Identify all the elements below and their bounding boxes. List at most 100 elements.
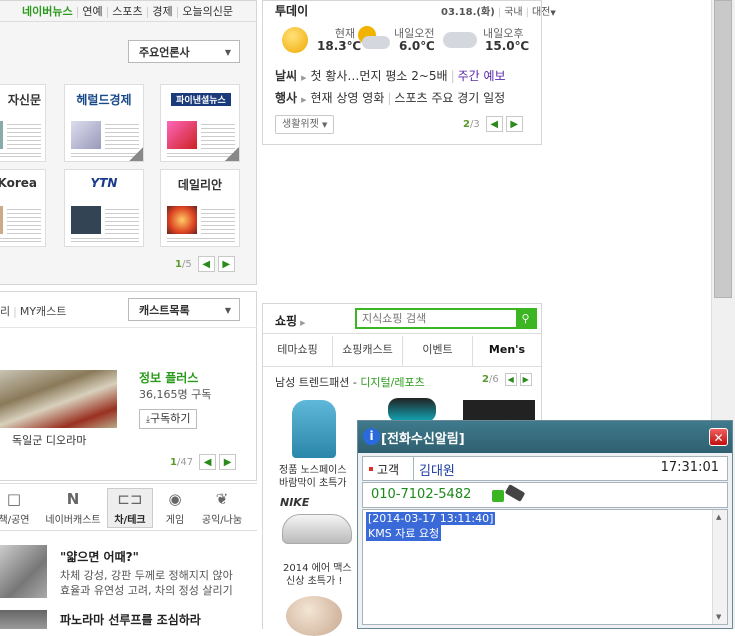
product-image-shoe[interactable] bbox=[282, 514, 352, 544]
article-title-2[interactable]: 파노라마 선루프를 조심하라 bbox=[60, 611, 201, 628]
next-page-button[interactable]: ▶ bbox=[217, 256, 235, 272]
tab-naver-news[interactable]: 네이버뉴스 bbox=[22, 5, 73, 18]
scroll-up-icon[interactable]: ▲ bbox=[716, 513, 721, 521]
paper-photo bbox=[0, 206, 3, 234]
weather-am-temp: 6.0℃ bbox=[399, 39, 435, 53]
prev-page-button[interactable]: ◀ bbox=[504, 373, 517, 386]
city-text[interactable]: 대전 bbox=[532, 7, 550, 18]
paper-thumb[interactable]: et Korea bbox=[0, 169, 46, 247]
category-label: 차/테크 bbox=[114, 515, 146, 526]
sports-schedule-link[interactable]: 스포츠 주요 경기 일정 bbox=[394, 91, 505, 105]
partly-cloudy-icon bbox=[356, 26, 392, 52]
movies-link[interactable]: 현재 상영 영화 bbox=[310, 91, 384, 105]
news-source-select[interactable]: 주요언론사 ▼ bbox=[128, 40, 240, 63]
today-pager: 2/3 ◀ ▶ bbox=[463, 116, 523, 132]
divider bbox=[0, 21, 257, 22]
product-image-jacket[interactable] bbox=[278, 398, 352, 460]
next-page-button[interactable]: ▶ bbox=[219, 454, 237, 470]
category-books[interactable]: □ 책/공연 bbox=[0, 490, 38, 526]
paper-name: 자신문 bbox=[7, 93, 41, 107]
tab-theme-shopping[interactable]: 테마쇼핑 bbox=[263, 336, 333, 366]
paper-photo bbox=[71, 206, 101, 234]
car-icon: ⊏⊐ bbox=[117, 490, 143, 508]
popup-titlebar[interactable]: i [전화수신알림] ✕ bbox=[358, 421, 732, 453]
tab-mens[interactable]: Men's bbox=[473, 336, 541, 366]
scroll-down-icon[interactable]: ▼ bbox=[716, 613, 721, 621]
today-panel: 투데이 03.18.(화) | 국내 | 대전▼ 현재 18.3℃ 내일오전 6.0℃ … bbox=[262, 0, 556, 145]
cast-panel: 리 | MY캐스트 캐스트목록 ▼ 독일군 디오라마 정보 플러스 36,165명 구… bbox=[0, 291, 257, 481]
cast-item-title[interactable]: 정보 플러스 bbox=[139, 369, 198, 386]
paper-photo bbox=[71, 121, 101, 149]
paper-text bbox=[105, 121, 139, 149]
memo-line-2: KMS 자료 요청 bbox=[366, 525, 442, 541]
page-fold bbox=[129, 147, 143, 161]
category-car-tech[interactable]: ⊏⊐ 차/테크 bbox=[106, 490, 154, 526]
subscribe-button[interactable]: ⤓구독하기 bbox=[139, 409, 198, 429]
shopping-title-text: 쇼핑 bbox=[275, 314, 298, 328]
tab-partial[interactable]: 리 bbox=[0, 305, 10, 318]
phone-number[interactable]: 010-7102-5482 bbox=[371, 487, 471, 502]
next-page-button[interactable]: ▶ bbox=[519, 373, 532, 386]
customer-name[interactable]: 김대원 bbox=[419, 460, 455, 479]
life-widget-button[interactable]: 생활위젯 ▼ bbox=[275, 115, 335, 134]
tab-economy[interactable]: 경제 bbox=[152, 5, 172, 18]
cast-image[interactable] bbox=[0, 370, 117, 428]
cast-list-select[interactable]: 캐스트목록 ▼ bbox=[128, 298, 240, 321]
prev-page-button[interactable]: ◀ bbox=[199, 454, 217, 470]
chevron-down-icon[interactable]: ▼ bbox=[550, 9, 555, 17]
article-title[interactable]: "얇으면 어때?" bbox=[60, 548, 139, 565]
shopping-search-input[interactable] bbox=[357, 310, 515, 327]
today-date: 03.18.(화) | 국내 | 대전▼ bbox=[441, 7, 556, 18]
trend-link[interactable]: 디지털/레포츠 bbox=[360, 376, 424, 389]
prev-page-button[interactable]: ◀ bbox=[485, 116, 503, 132]
paper-photo bbox=[167, 121, 197, 149]
region-text[interactable]: 국내 bbox=[504, 7, 522, 18]
product-image-headphones[interactable] bbox=[388, 398, 436, 422]
divider bbox=[0, 327, 257, 328]
category-game[interactable]: ◉ 게임 bbox=[151, 490, 199, 526]
tab-shopping-cast[interactable]: 쇼핑캐스트 bbox=[333, 336, 403, 366]
close-icon[interactable]: ✕ bbox=[709, 428, 728, 446]
category-label: 게임 bbox=[165, 515, 185, 526]
memo-scrollbar[interactable]: ▲ ▼ bbox=[712, 510, 727, 624]
paper-text bbox=[7, 121, 41, 149]
tab-my-cast[interactable]: MY캐스트 bbox=[20, 305, 67, 318]
divider bbox=[263, 366, 541, 367]
paper-name: et Korea bbox=[0, 176, 37, 190]
product-image-shorts[interactable] bbox=[463, 400, 535, 422]
paper-thumb[interactable]: 데일리안 bbox=[160, 169, 240, 247]
chevron-down-icon: ▼ bbox=[224, 306, 231, 315]
subscribe-label: 구독하기 bbox=[149, 412, 191, 425]
weather-headline[interactable]: 첫 황사…먼지 평소 2~5배 bbox=[310, 69, 447, 83]
tab-todays-paper[interactable]: 오늘의신문 bbox=[182, 5, 233, 18]
tab-event[interactable]: 이벤트 bbox=[403, 336, 473, 366]
paper-thumb[interactable]: 자신문 bbox=[0, 84, 46, 162]
category-navercast[interactable]: N 네이버캐스트 bbox=[45, 490, 101, 526]
article-image[interactable] bbox=[0, 545, 47, 598]
product-caption-2b[interactable]: 신상 초특가 ! bbox=[286, 572, 342, 587]
chevron-down-icon: ▼ bbox=[224, 48, 231, 57]
search-icon[interactable]: ⚲ bbox=[516, 310, 535, 327]
paper-thumb[interactable]: YTN bbox=[64, 169, 144, 247]
article-body-1: 차체 강성, 강판 두께로 정해지지 않아 bbox=[60, 569, 233, 582]
product-caption-1b[interactable]: 바람막이 초특가 bbox=[279, 474, 347, 489]
page-fold bbox=[225, 147, 239, 161]
paper-thumb[interactable]: 파이낸셜뉴스 bbox=[160, 84, 240, 162]
tab-entertainment[interactable]: 연예 bbox=[82, 5, 102, 18]
prev-page-button[interactable]: ◀ bbox=[197, 256, 215, 272]
call-time: 17:31:01 bbox=[660, 460, 719, 475]
mobile-icon[interactable] bbox=[504, 484, 526, 502]
memo-textarea[interactable]: [2014-03-17 13:11:40] KMS 자료 요청 ▲ ▼ bbox=[362, 509, 728, 625]
paper-thumb[interactable]: 헤럴드경제 bbox=[64, 84, 144, 162]
next-page-button[interactable]: ▶ bbox=[505, 116, 523, 132]
article-image-2[interactable] bbox=[0, 610, 47, 629]
scrollbar-thumb[interactable] bbox=[714, 0, 732, 298]
paper-name: 파이낸셜뉴스 bbox=[171, 93, 231, 106]
tab-sports[interactable]: 스포츠 bbox=[112, 5, 142, 18]
phone-icon[interactable] bbox=[492, 490, 504, 502]
category-charity[interactable]: ❦ 공익/나눔 bbox=[198, 490, 246, 526]
product-image-ball[interactable] bbox=[286, 596, 342, 636]
weekly-forecast-link[interactable]: 주간 예보 bbox=[458, 69, 506, 83]
shopping-search: ⚲ bbox=[355, 308, 537, 329]
select-label: 주요언론사 bbox=[139, 45, 190, 59]
